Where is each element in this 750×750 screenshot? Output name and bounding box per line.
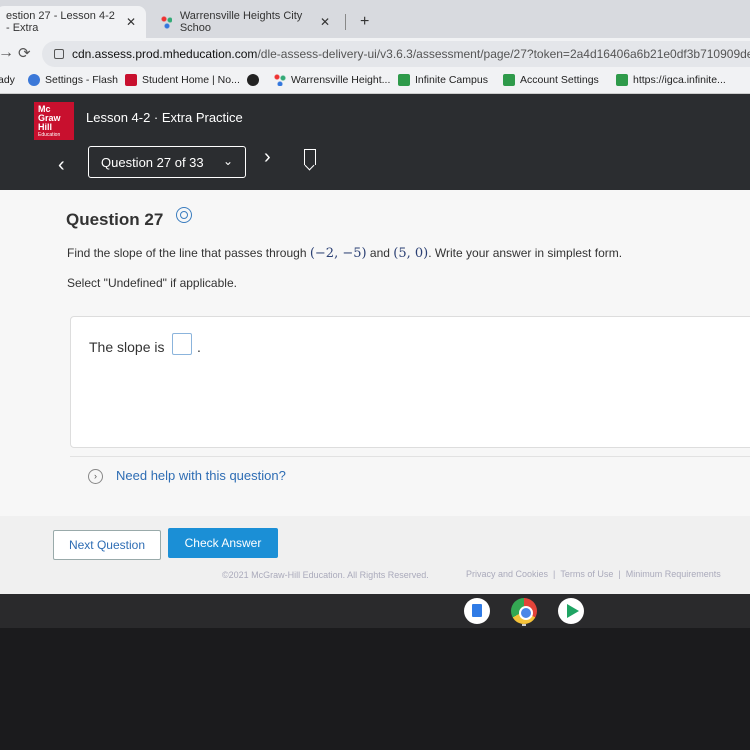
question-select[interactable]: Question 27 of 33 ⌄ bbox=[88, 146, 246, 178]
copyright-text: ©2021 McGraw-Hill Education. All Rights … bbox=[222, 570, 429, 580]
bookmark-item[interactable]: Student Home | No... bbox=[125, 74, 240, 86]
previous-question-button[interactable]: ‹ bbox=[58, 154, 65, 177]
answer-period: . bbox=[197, 339, 201, 355]
url-host: cdn.assess.prod.mheducation.com bbox=[72, 47, 258, 61]
point-2: (5, 0) bbox=[393, 246, 429, 261]
prompt-text: Find the slope of the line that passes t… bbox=[67, 246, 310, 260]
read-aloud-icon[interactable] bbox=[176, 207, 192, 223]
bookmark-item[interactable]: Account Settings bbox=[503, 74, 599, 86]
bookmark-label: Account Settings bbox=[520, 74, 599, 86]
logo-line: Hill bbox=[38, 122, 53, 132]
reload-icon[interactable]: ⟳ bbox=[18, 44, 31, 62]
forward-icon[interactable]: → bbox=[0, 44, 14, 62]
address-bar[interactable]: cdn.assess.prod.mheducation.com/dle-asse… bbox=[42, 41, 750, 67]
app-header: Mc Graw Hill Education Lesson 4-2 · Extr… bbox=[0, 94, 750, 190]
bookmarks-bar: ady Settings - Flash Student Home | No..… bbox=[0, 70, 750, 94]
os-taskbar bbox=[0, 594, 750, 628]
campus-c-icon bbox=[616, 74, 628, 86]
logo-line: Education bbox=[38, 132, 61, 138]
bookmark-label: Settings - Flash bbox=[45, 74, 118, 86]
question-title: Question 27 bbox=[66, 210, 164, 229]
question-instruction: Select "Undefined" if applicable. bbox=[67, 276, 237, 290]
close-tab-icon[interactable]: ✕ bbox=[320, 15, 330, 29]
chevron-down-icon: ⌄ bbox=[222, 154, 233, 168]
bookmark-label: Student Home | No... bbox=[142, 74, 240, 86]
bookmark-item[interactable] bbox=[247, 74, 264, 86]
school-dots-icon bbox=[274, 74, 286, 86]
browser-tab[interactable]: Warrensville Heights City Schoo ✕ bbox=[150, 6, 340, 38]
browser-toolbar: → ⟳ cdn.assess.prod.mheducation.com/dle-… bbox=[0, 38, 750, 70]
chrome-icon[interactable] bbox=[511, 598, 537, 624]
school-favicon-icon bbox=[160, 15, 172, 29]
campus-c-icon bbox=[503, 74, 515, 86]
need-help-link[interactable]: Need help with this question? bbox=[116, 468, 286, 483]
screen: estion 27 - Lesson 4-2 - Extra ✕ Warrens… bbox=[0, 0, 750, 750]
bookmark-item[interactable]: https://igca.infinite... bbox=[616, 74, 726, 86]
google-docs-icon[interactable] bbox=[464, 598, 490, 624]
requirements-link[interactable]: Minimum Requirements bbox=[626, 569, 721, 579]
n-logo-icon bbox=[125, 74, 137, 86]
check-answer-button[interactable]: Check Answer bbox=[168, 528, 278, 558]
play-store-icon[interactable] bbox=[558, 598, 584, 624]
bookmark-question-icon[interactable] bbox=[304, 149, 316, 165]
browser-tab-bar: estion 27 - Lesson 4-2 - Extra ✕ Warrens… bbox=[0, 0, 750, 38]
slope-answer-input[interactable] bbox=[172, 333, 192, 355]
site-info-icon[interactable] bbox=[54, 49, 64, 59]
question-prompt: Find the slope of the line that passes t… bbox=[67, 246, 622, 261]
answer-label: The slope is bbox=[89, 339, 165, 355]
bookmark-label: Warrensville Height... bbox=[291, 74, 391, 86]
terms-link[interactable]: Terms of Use bbox=[560, 569, 613, 579]
footer-links: Privacy and Cookies | Terms of Use | Minimum… bbox=[466, 569, 721, 579]
running-indicator bbox=[522, 624, 526, 626]
prompt-text: and bbox=[366, 246, 394, 260]
tab-title: Warrensville Heights City Schoo bbox=[179, 10, 303, 34]
link-separator: | bbox=[618, 569, 621, 579]
next-question-arrow-button[interactable]: › bbox=[264, 146, 271, 169]
bookmark-item[interactable]: ady bbox=[0, 74, 15, 86]
browser-tab-active[interactable]: estion 27 - Lesson 4-2 - Extra ✕ bbox=[0, 6, 146, 38]
gear-icon bbox=[28, 74, 40, 86]
next-question-button[interactable]: Next Question bbox=[53, 530, 161, 560]
assessment-page: Mc Graw Hill Education Lesson 4-2 · Extr… bbox=[0, 94, 750, 610]
bookmark-item[interactable]: Settings - Flash bbox=[28, 74, 118, 86]
device-bezel bbox=[0, 628, 750, 750]
bookmark-item[interactable]: Infinite Campus bbox=[398, 74, 488, 86]
question-select-value: Question 27 of 33 bbox=[101, 154, 204, 170]
bookmark-label: https://igca.infinite... bbox=[633, 74, 726, 86]
prompt-text: . Write your answer in simplest form. bbox=[428, 246, 623, 260]
new-tab-button[interactable]: + bbox=[350, 6, 379, 38]
footer-bar: Next Question Check Answer ©2021 McGraw-… bbox=[0, 516, 750, 596]
bookmark-label: Infinite Campus bbox=[415, 74, 488, 86]
help-section: › Need help with this question? bbox=[70, 456, 750, 494]
circle-logo-icon bbox=[247, 74, 259, 86]
lesson-title: Lesson 4-2 · Extra Practice bbox=[86, 110, 243, 125]
answer-area: The slope is . bbox=[70, 316, 750, 448]
close-tab-icon[interactable]: ✕ bbox=[126, 15, 136, 29]
url-path: /dle-assess-delivery-ui/v3.6.3/assessmen… bbox=[257, 47, 750, 61]
bookmark-label: ady bbox=[0, 74, 15, 86]
bookmark-item[interactable]: Warrensville Height... bbox=[274, 74, 390, 86]
expand-help-icon[interactable]: › bbox=[88, 469, 103, 484]
point-1: (−2, −5) bbox=[309, 246, 367, 261]
campus-c-icon bbox=[398, 74, 410, 86]
tab-separator bbox=[345, 14, 346, 30]
tab-title: estion 27 - Lesson 4-2 - Extra bbox=[6, 10, 115, 34]
link-separator: | bbox=[553, 569, 556, 579]
privacy-link[interactable]: Privacy and Cookies bbox=[466, 569, 548, 579]
mcgraw-hill-logo: Mc Graw Hill Education bbox=[34, 102, 74, 140]
